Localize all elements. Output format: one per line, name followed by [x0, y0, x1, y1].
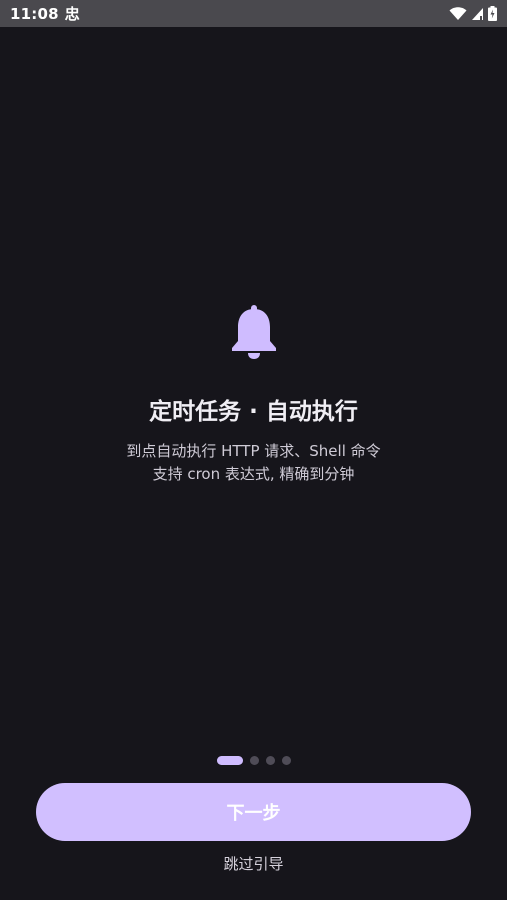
- status-bar: 11:08 忠: [0, 0, 507, 27]
- description-line-1: 到点自动执行 HTTP 请求、Shell 命令: [126, 442, 381, 460]
- status-time: 11:08: [10, 4, 59, 23]
- description-line-2: 支持 cron 表达式, 精确到分钟: [152, 465, 355, 483]
- page-dot: [249, 756, 259, 765]
- bell-icon: [232, 305, 276, 359]
- status-icons: [449, 6, 497, 21]
- page-indicator: [0, 756, 507, 765]
- app-notification-icon: 忠: [64, 5, 80, 23]
- page-dot: [281, 756, 291, 765]
- next-button[interactable]: 下一步: [36, 783, 471, 841]
- skip-guide-link[interactable]: 跳过引导: [0, 853, 507, 874]
- wifi-icon: [449, 6, 467, 20]
- page-dot: [265, 756, 275, 765]
- page-title: 定时任务 · 自动执行: [149, 399, 358, 425]
- battery-icon: [488, 6, 497, 21]
- page-dot-active: [216, 756, 243, 765]
- status-left: 11:08 忠: [10, 3, 80, 24]
- signal-icon: [472, 7, 483, 20]
